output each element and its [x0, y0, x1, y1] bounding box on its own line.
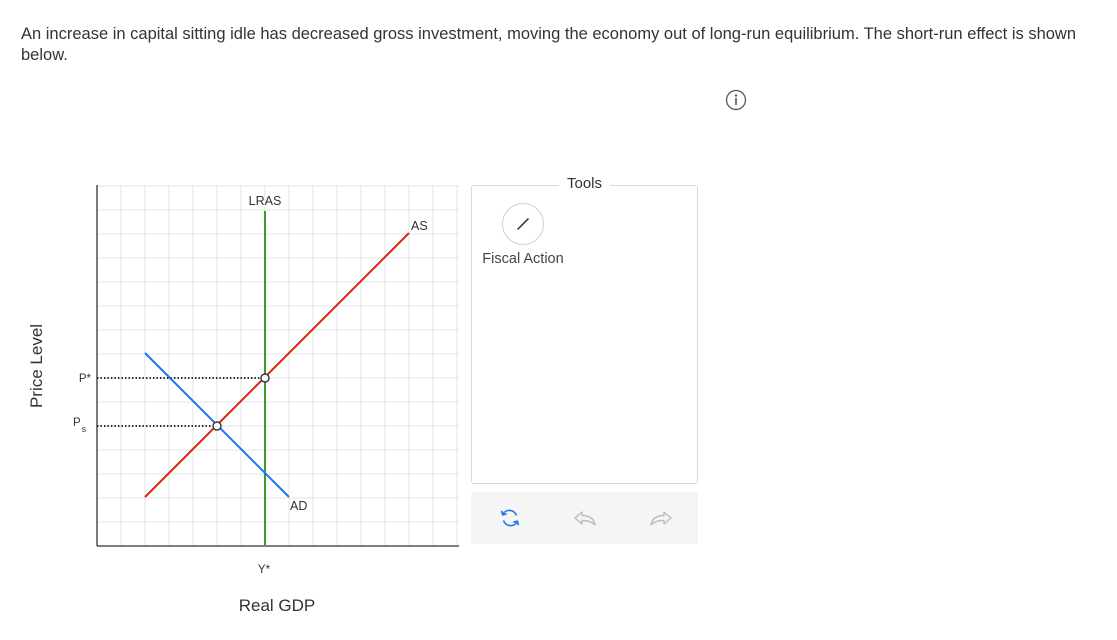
as-label: AS: [411, 219, 428, 233]
action-bar: [471, 492, 698, 544]
y-axis-title: Price Level: [27, 324, 46, 408]
pencil-line-icon: [517, 218, 529, 230]
x-axis-title: Real GDP: [239, 596, 316, 615]
lras-label: LRAS: [249, 194, 282, 208]
y-star-label: Y*: [258, 564, 271, 576]
reset-icon[interactable]: [497, 506, 523, 530]
tools-panel: Tools Fiscal Action: [471, 175, 698, 484]
redo-icon[interactable]: [648, 506, 674, 530]
tools-title: Tools: [558, 175, 611, 192]
short-run-equilibrium-point[interactable]: [212, 421, 222, 431]
fiscal-action-button[interactable]: [502, 203, 544, 245]
as-curve[interactable]: [144, 232, 410, 498]
ad-as-graph[interactable]: LRAS AS AD P* Ps Y* Price Level Real GDP: [0, 0, 470, 640]
fiscal-action-label: Fiscal Action: [482, 251, 564, 267]
p-s-label: Ps: [73, 417, 87, 434]
ad-label: AD: [290, 499, 307, 513]
long-run-equilibrium-point[interactable]: [260, 373, 270, 383]
p-star-label: P*: [79, 373, 92, 385]
info-icon[interactable]: [725, 89, 747, 111]
undo-icon[interactable]: [572, 506, 598, 530]
